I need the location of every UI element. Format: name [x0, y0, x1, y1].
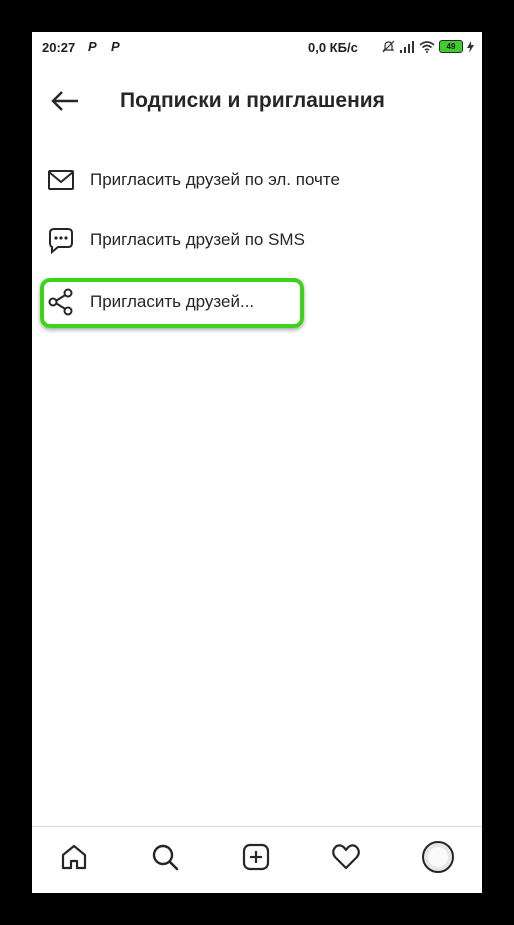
highlight-frame	[40, 278, 304, 328]
activity-button[interactable]	[328, 839, 364, 875]
wifi-icon	[419, 40, 435, 53]
search-button[interactable]	[147, 839, 183, 875]
page-title: Подписки и приглашения	[120, 89, 385, 112]
home-button[interactable]	[56, 839, 92, 875]
header: Подписки и приглашения	[32, 72, 482, 132]
profile-avatar	[422, 841, 454, 873]
app-screen: 20:27 P P 0,0 КБ/с 49 Подписки и приглаш…	[32, 32, 482, 893]
heart-icon	[332, 844, 360, 870]
avatar-placeholder	[428, 847, 448, 867]
bottom-nav	[32, 826, 482, 893]
arrow-left-icon	[51, 91, 78, 111]
invite-sms-item[interactable]: Пригласить друзей по SMS	[46, 218, 305, 262]
add-icon	[242, 843, 270, 871]
status-bar: 20:27 P P 0,0 КБ/с 49	[32, 32, 482, 64]
signal-icon	[400, 40, 414, 53]
status-time: 20:27	[42, 40, 76, 55]
search-icon	[152, 844, 179, 871]
status-icons: 49	[382, 40, 474, 53]
notification-icon: P	[88, 39, 97, 54]
home-icon	[61, 844, 87, 870]
invite-email-item[interactable]: Пригласить друзей по эл. почте	[46, 158, 340, 202]
charging-icon	[467, 40, 474, 53]
add-post-button[interactable]	[238, 839, 274, 875]
network-speed: 0,0 КБ/с	[308, 40, 358, 55]
mail-icon	[46, 165, 76, 195]
back-button[interactable]	[50, 86, 80, 116]
menu-item-label: Пригласить друзей по эл. почте	[90, 170, 340, 189]
mute-bell-icon	[382, 40, 395, 53]
menu-item-label: Пригласить друзей по SMS	[90, 230, 305, 249]
sms-icon	[46, 225, 76, 255]
battery-icon: 49	[439, 40, 463, 53]
notification-icon: P	[111, 39, 120, 54]
profile-button[interactable]	[420, 839, 456, 875]
